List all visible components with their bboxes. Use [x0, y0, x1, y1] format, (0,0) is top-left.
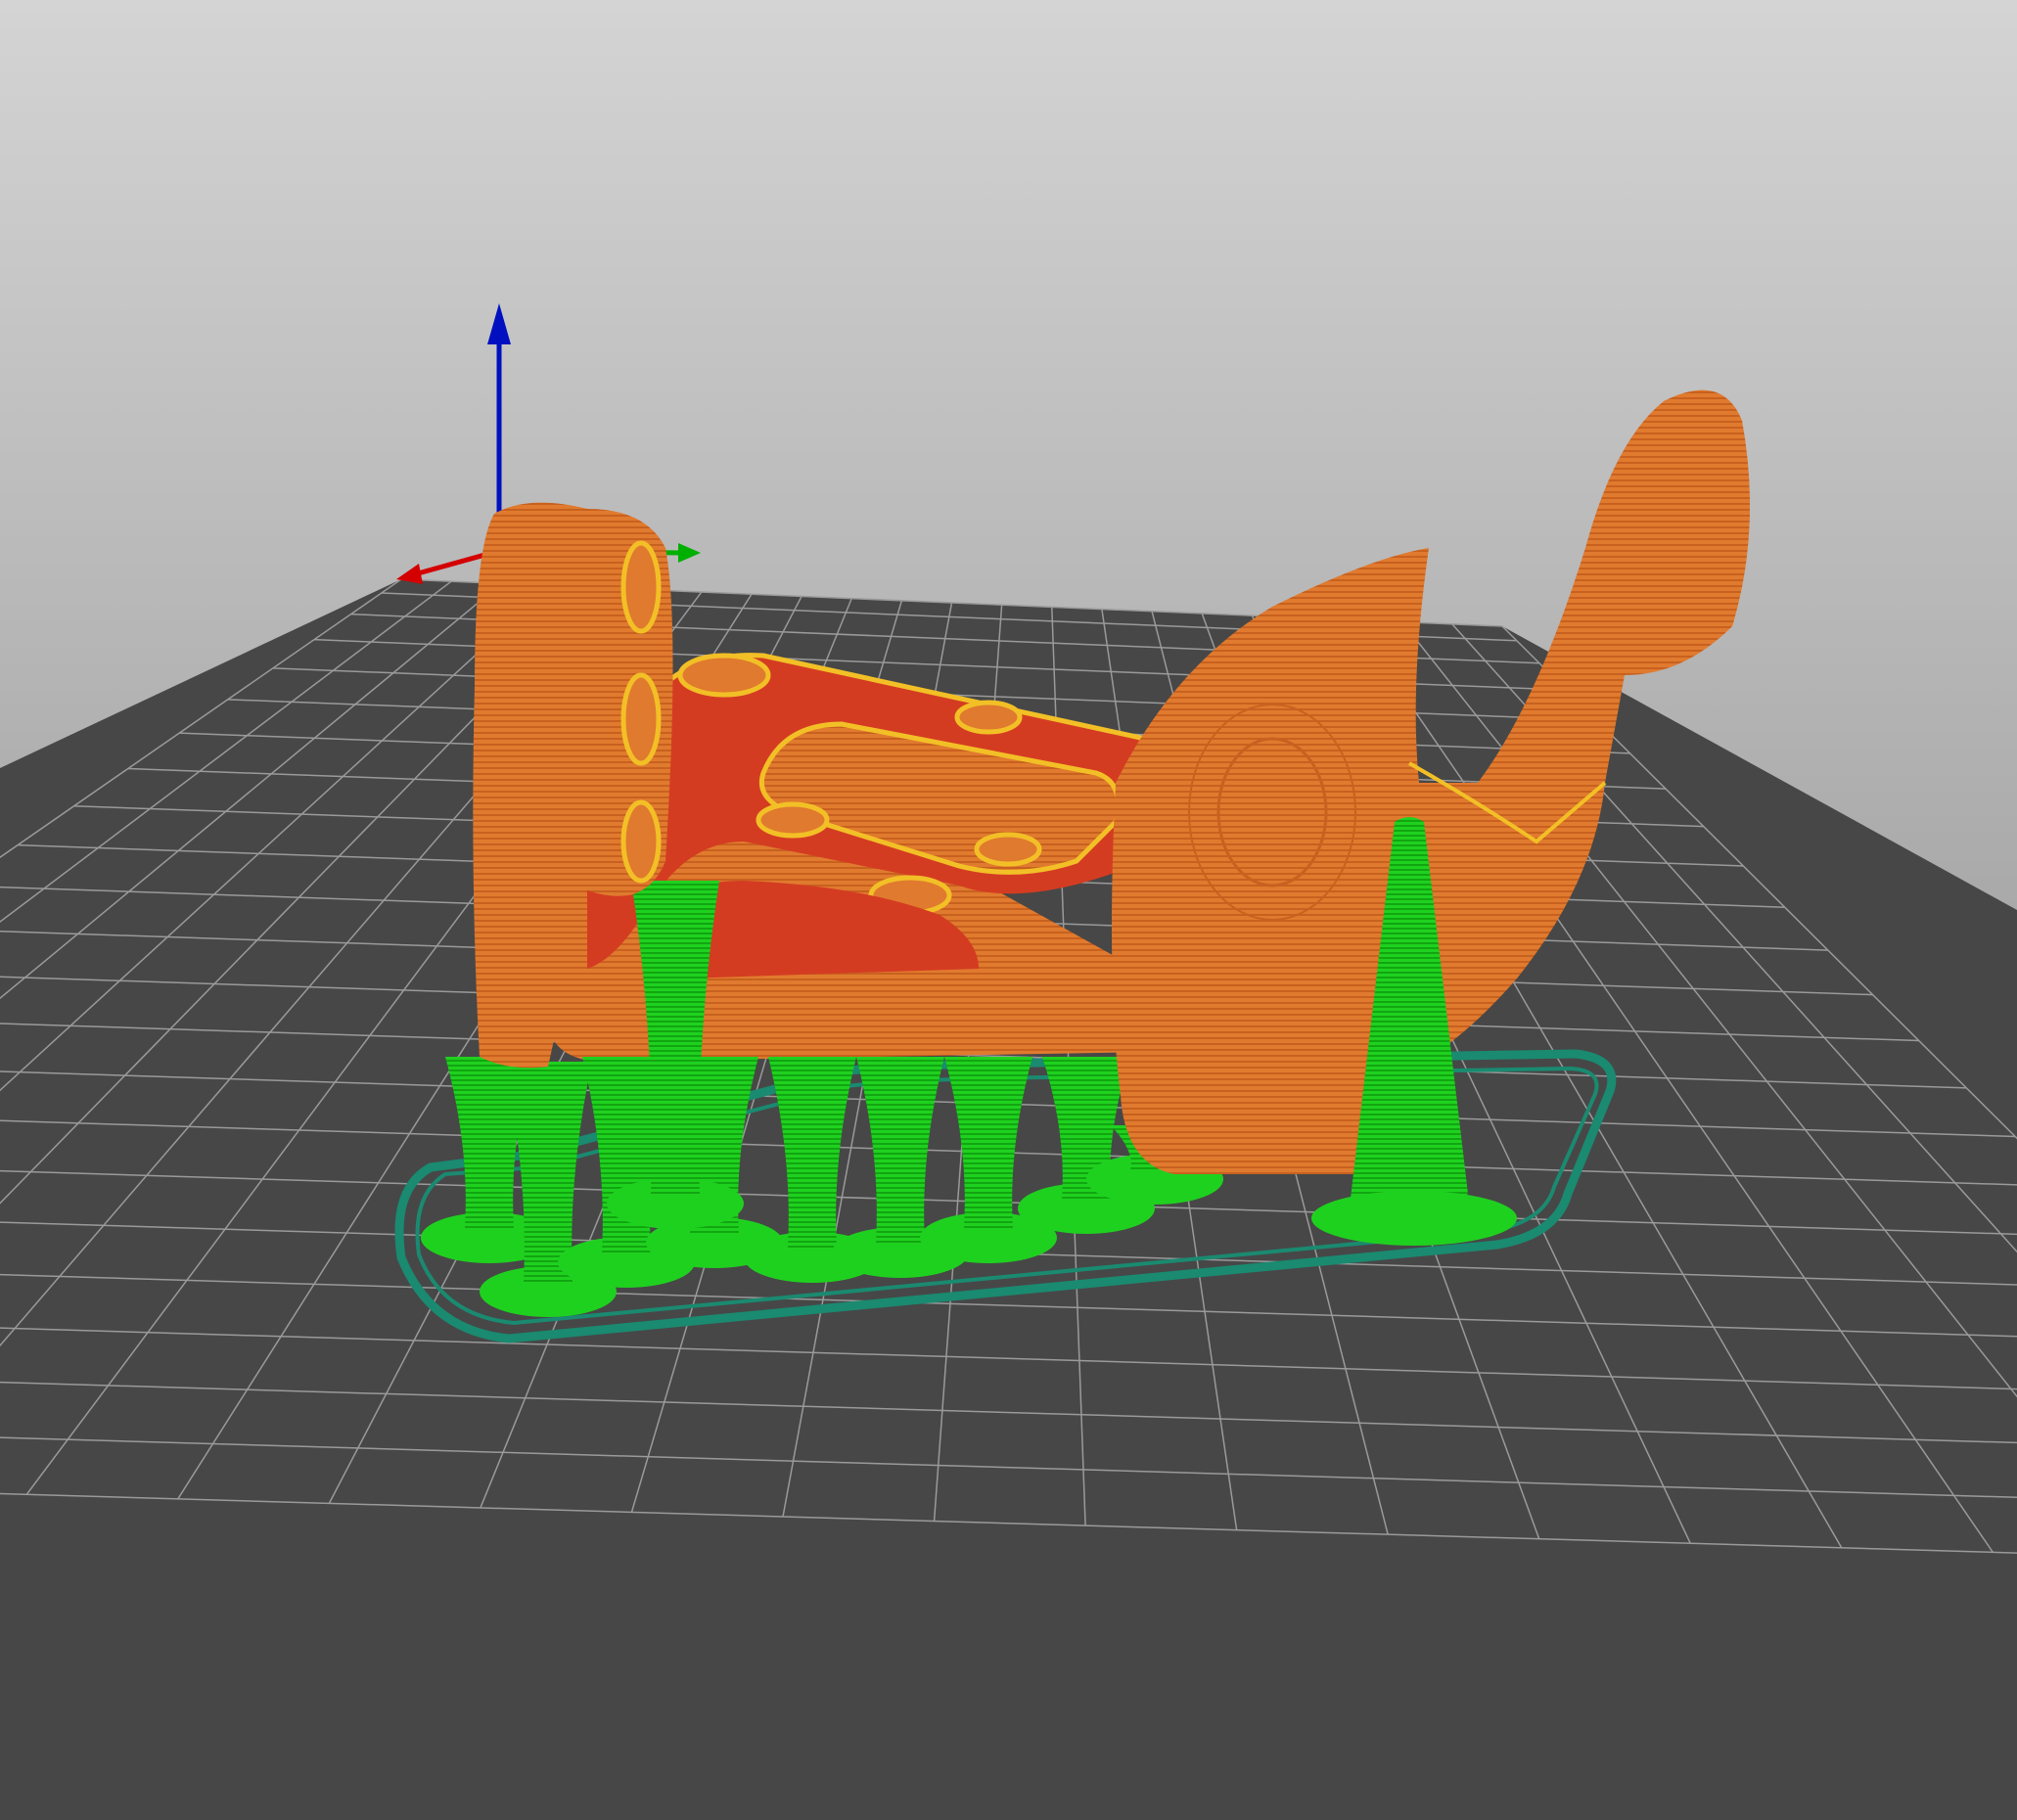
plate-hole — [954, 700, 1023, 735]
plate-hole — [974, 832, 1042, 867]
sliced-model-preview[interactable] — [0, 0, 2017, 1820]
arm-hole — [620, 672, 662, 766]
left-arm-holes — [620, 540, 662, 884]
plate-hole — [756, 801, 830, 839]
plate-hole — [677, 653, 771, 698]
arm-hole — [620, 799, 662, 884]
arm-hole — [620, 540, 662, 634]
3d-preview-viewport[interactable] — [0, 0, 2017, 1820]
cone-support-base — [1311, 1191, 1517, 1246]
